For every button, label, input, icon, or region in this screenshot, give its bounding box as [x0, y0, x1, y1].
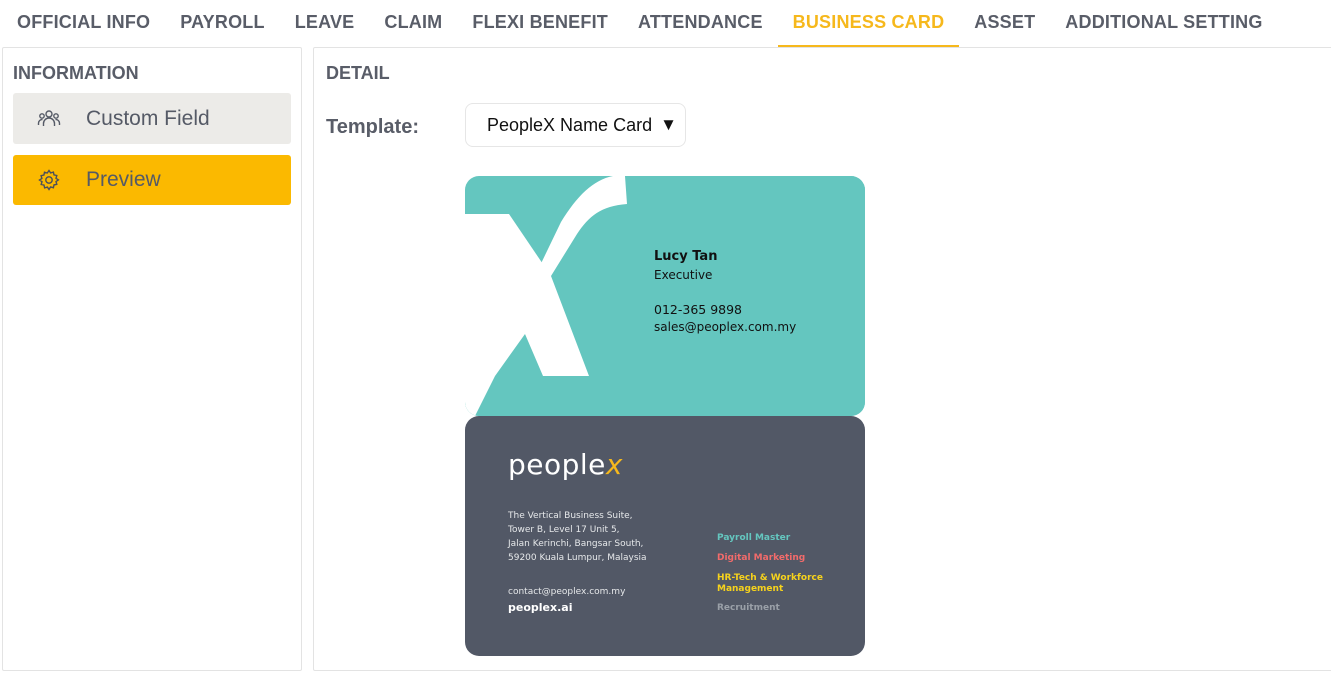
company-contact-email: contact@peoplex.com.my	[508, 587, 626, 597]
tab-asset[interactable]: ASSET	[959, 0, 1050, 48]
tab-flexi-benefit[interactable]: FLEXI BENEFIT	[457, 0, 623, 48]
template-label: Template:	[326, 116, 419, 138]
peoplex-x-logo-graphic	[465, 176, 865, 416]
service-item: Digital Marketing	[717, 553, 806, 563]
sidebar-item-custom-field[interactable]: Custom Field	[13, 93, 291, 144]
sidebar-item-label: Preview	[86, 168, 161, 191]
business-card-front: Lucy Tan Executive 012-365 9898 sales@pe…	[465, 176, 865, 416]
tab-business-card[interactable]: BUSINESS CARD	[777, 0, 960, 48]
service-item: Payroll Master	[717, 533, 791, 543]
detail-panel: DETAIL Template: PeopleX Name Card ▼ Luc…	[313, 47, 1331, 671]
tab-claim[interactable]: CLAIM	[369, 0, 457, 48]
caret-down-icon: ▼	[660, 115, 677, 134]
sidebar-item-preview[interactable]: Preview	[13, 155, 291, 205]
tab-payroll[interactable]: PAYROLL	[165, 0, 279, 48]
template-select[interactable]: PeopleX Name Card ▼	[465, 103, 686, 147]
users-icon	[37, 107, 61, 131]
template-select-value: PeopleX Name Card	[487, 114, 653, 135]
peoplex-logo: peoplex	[508, 448, 623, 481]
detail-heading: DETAIL	[326, 63, 390, 83]
company-website: peoplex.ai	[508, 601, 573, 614]
company-address: The Vertical Business Suite, Tower B, Le…	[508, 511, 647, 563]
service-item: Recruitment	[717, 603, 780, 613]
information-heading: INFORMATION	[13, 63, 139, 83]
information-panel: INFORMATION Custom Field Preview	[2, 47, 302, 671]
card-job-title: Executive	[654, 268, 713, 282]
card-email: sales@peoplex.com.my	[654, 320, 797, 334]
sidebar-item-label: Custom Field	[86, 106, 210, 130]
tab-additional-setting[interactable]: ADDITIONAL SETTING	[1050, 0, 1277, 48]
tab-attendance[interactable]: ATTENDANCE	[623, 0, 778, 48]
tab-bar: OFFICIAL INFO PAYROLL LEAVE CLAIM FLEXI …	[0, 0, 1331, 48]
service-item: HR-Tech & Workforce Management	[717, 573, 823, 594]
gear-icon	[37, 168, 61, 192]
card-name: Lucy Tan	[654, 249, 718, 264]
tab-official-info[interactable]: OFFICIAL INFO	[2, 0, 165, 48]
business-card-back: peoplex The Vertical Business Suite, Tow…	[465, 416, 865, 656]
tab-leave[interactable]: LEAVE	[280, 0, 370, 48]
card-phone: 012-365 9898	[654, 302, 743, 317]
